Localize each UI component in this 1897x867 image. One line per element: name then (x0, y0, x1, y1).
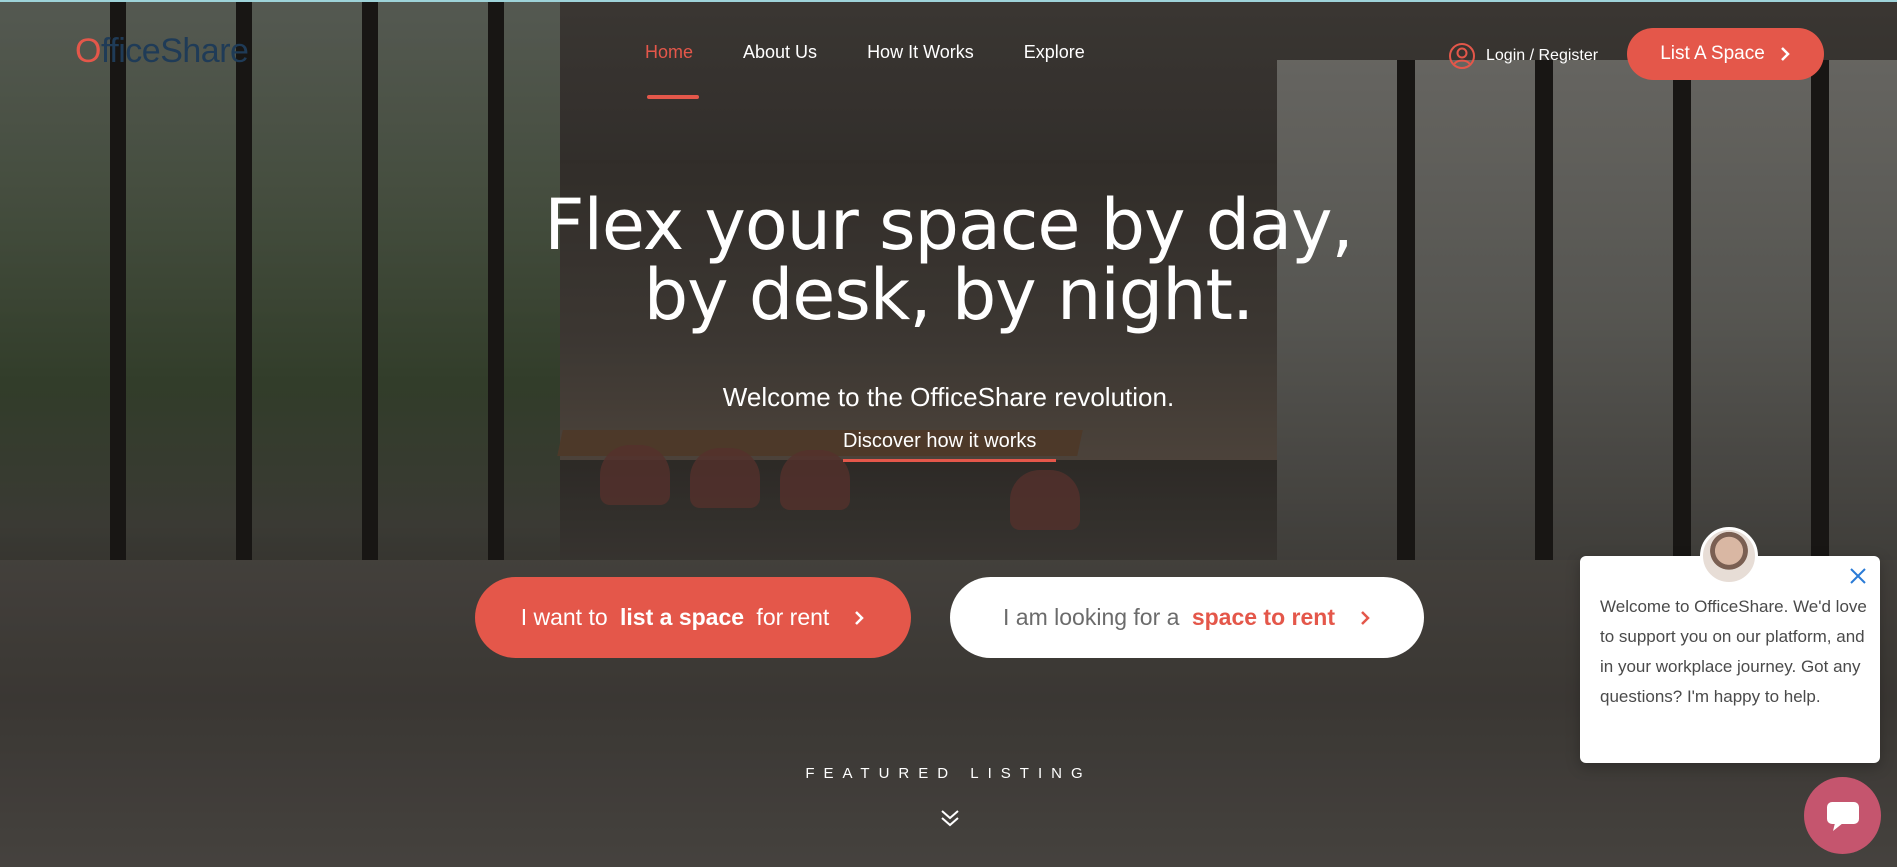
discover-how-it-works-link[interactable]: Discover how it works (843, 430, 1036, 453)
find-space-cta-button[interactable]: I am looking for a space to rent (950, 577, 1424, 658)
hero-subline: Welcome to the OfficeShare revolution. (722, 382, 1175, 412)
login-register-label: Login / Register (1486, 47, 1599, 64)
chevron-right-icon (855, 610, 865, 625)
discover-underline (843, 459, 1056, 462)
featured-listing-label: FEATURED LISTING (805, 765, 1092, 782)
officeshare-logo[interactable]: OfficeShare (75, 32, 249, 71)
headline-line-2: by desk, by night. (643, 254, 1255, 336)
user-icon (1449, 43, 1475, 69)
nav-explore[interactable]: Explore (1024, 42, 1085, 63)
chat-icon (1826, 801, 1859, 831)
chat-launcher-button[interactable] (1804, 777, 1881, 854)
top-accent-line (0, 0, 1897, 2)
main-nav: Home About Us How It Works Explore (645, 42, 1135, 99)
nav-home[interactable]: Home (645, 42, 700, 99)
list-a-space-label: List A Space (1660, 43, 1765, 64)
list-a-space-button[interactable]: List A Space (1627, 28, 1824, 80)
login-register-link[interactable]: Login / Register (1448, 42, 1598, 70)
headline-line-1: Flex your space by day, (544, 184, 1354, 266)
chevron-right-icon (1361, 610, 1370, 625)
nav-about-us[interactable]: About Us (743, 42, 817, 63)
chat-agent-avatar (1700, 527, 1758, 585)
double-chevron-down-icon[interactable] (938, 806, 962, 830)
nav-how-it-works[interactable]: How It Works (867, 42, 974, 63)
chat-message: Welcome to OfficeShare. We'd love to sup… (1600, 597, 1867, 706)
hero-headline: Flex your space by day, by desk, by nigh… (0, 190, 1897, 330)
close-icon[interactable] (1848, 566, 1868, 586)
chevron-right-icon (1780, 47, 1790, 61)
list-space-cta-button[interactable]: I want to list a space for rent (475, 577, 911, 658)
chat-welcome-bubble[interactable]: Welcome to OfficeShare. We'd love to sup… (1580, 556, 1880, 763)
